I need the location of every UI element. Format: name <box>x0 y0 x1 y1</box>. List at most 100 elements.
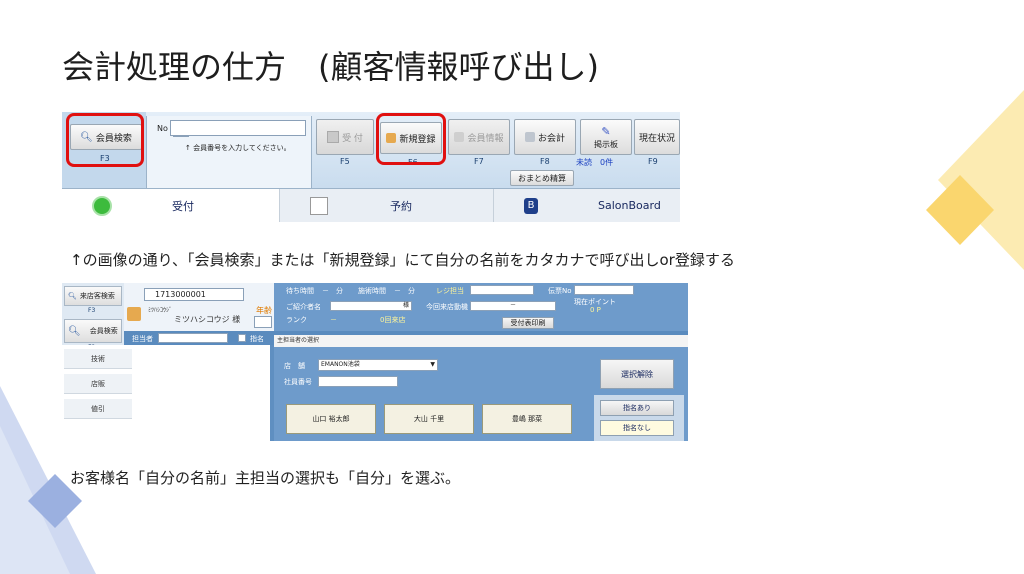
page-title: 会計処理の仕方 (顧客情報呼び出し) <box>62 48 599 86</box>
tab-salonboard[interactable]: B SalonBoard <box>494 189 680 222</box>
reception-label: 受 付 <box>342 133 363 144</box>
rank-value: － <box>330 316 337 324</box>
list-item-discount[interactable]: 値引 <box>64 399 132 419</box>
no-label: No <box>157 124 168 133</box>
salonboard-icon: B <box>524 197 538 214</box>
search-hint: ↑ 会員番号を入力してください。 <box>185 144 291 152</box>
member-info-key: F7 <box>474 157 484 166</box>
store-value: EMANON池袋 <box>321 361 360 368</box>
staff-field[interactable] <box>158 333 228 343</box>
stay-label: 待ち時間 <box>286 287 314 295</box>
age-field[interactable] <box>254 316 272 328</box>
register-staff-label: レジ担当 <box>436 287 464 295</box>
register-staff-field[interactable] <box>470 285 534 295</box>
tab-reception-label: 受付 <box>172 199 194 213</box>
designated-off-button[interactable]: 指名なし <box>600 420 674 436</box>
member-info-icon <box>454 132 465 142</box>
treat-label: 施術時間 <box>358 287 386 295</box>
employee-no-field[interactable] <box>318 376 398 387</box>
visitor-search-icon: 🔍︎ <box>68 292 77 300</box>
visit-info-panel: 待ち時間 － 分 施術時間 － 分 レジ担当 伝票No ご紹介者名 様 今回来店… <box>274 283 688 331</box>
screenshot-reception-toolbar: 🔍︎ 会員検索 F3 No 🔍︎ ↑ 会員番号を入力してください。 受 付 F5… <box>62 112 680 222</box>
staff-name: 山口 裕太郎 <box>312 415 350 423</box>
print-reception-label: 受付表印刷 <box>510 319 546 327</box>
combined-checkout-button[interactable]: おまとめ精算 <box>510 170 574 186</box>
member-search-label-2: 会員検索 <box>89 327 118 335</box>
reception-key: F5 <box>340 157 350 166</box>
customer-panel: 1713000001 ﾐﾂﾊｼｺｳｼﾞ ミツハシコウジ 様 <box>124 283 274 331</box>
list-item-label: 値引 <box>91 404 105 413</box>
member-search-button-2[interactable]: 🔍︎ 会員検索 <box>64 319 122 343</box>
visitor-search-key: F3 <box>88 307 96 314</box>
status-key: F9 <box>648 157 658 166</box>
chevron-down-icon: ▼ <box>430 361 435 368</box>
designated-on-label: 指名あり <box>623 404 651 412</box>
status-label: 現在状況 <box>638 133 675 144</box>
function-tabs: 受付 予約 B SalonBoard <box>62 188 680 222</box>
decor-yellow-diamonds <box>926 90 1024 270</box>
pencil-icon: ✎ <box>601 124 611 138</box>
reception-button[interactable]: 受 付 <box>316 119 374 155</box>
referrer-label: ご紹介者名 <box>286 303 321 311</box>
combined-checkout-label: おまとめ精算 <box>518 173 566 183</box>
visit-motive-label: 今回来店動機 <box>426 303 468 311</box>
staff-name: 豊嶋 那菜 <box>511 415 543 423</box>
member-info-label: 会員情報 <box>467 133 504 144</box>
rank-label: ランク <box>286 316 307 324</box>
clear-selection-label: 選択解除 <box>621 369 653 379</box>
unread-count: 未読 0件 <box>576 158 614 167</box>
member-no-input[interactable] <box>170 120 306 136</box>
avatar <box>127 307 141 321</box>
checkout-key: F8 <box>540 157 550 166</box>
store-select[interactable]: EMANON池袋 ▼ <box>318 359 438 371</box>
status-button[interactable]: 現在状況 <box>634 119 680 155</box>
store-label: 店 舗 <box>284 362 305 370</box>
visit-count: 0回来店 <box>380 316 406 324</box>
calendar-icon <box>310 196 328 215</box>
member-no-value: 1713000001 <box>155 290 206 299</box>
item-list: 技術 店販 値引 <box>62 345 270 441</box>
register-icon <box>524 132 535 142</box>
staff-name: 大山 千里 <box>413 415 445 423</box>
visit-motive-field[interactable]: － <box>470 301 556 311</box>
tab-reservation[interactable]: 予約 <box>280 189 494 222</box>
points-value: 0 P <box>590 306 601 314</box>
list-item-retail[interactable]: 店販 <box>64 374 132 394</box>
member-no-field[interactable]: 1713000001 <box>144 288 244 301</box>
clear-selection-button[interactable]: 選択解除 <box>600 359 674 389</box>
staff-button-3[interactable]: 豊嶋 那菜 <box>482 404 572 434</box>
visitor-search-button[interactable]: 🔍︎ 来店客検索 <box>64 286 122 306</box>
age-label: 年齢 <box>256 306 272 315</box>
checkout-button[interactable]: お会計 <box>514 119 576 155</box>
caption-instruction-2: お客様名「自分の名前」主担当の選択も「自分」を選ぶ。 <box>70 469 461 487</box>
list-item-technique[interactable]: 技術 <box>64 349 132 369</box>
board-button[interactable]: ✎ 掲示板 <box>580 119 632 155</box>
order-no-label: 伝票No <box>548 287 572 295</box>
designated-on-button[interactable]: 指名あり <box>600 400 674 416</box>
referrer-field[interactable]: 様 <box>330 301 412 311</box>
stay-value: － 分 <box>322 287 343 295</box>
highlight-member-search <box>66 113 144 167</box>
designated-off-label: 指名なし <box>623 424 651 432</box>
tab-reservation-label: 予約 <box>390 199 412 213</box>
staff-button-2[interactable]: 大山 千里 <box>384 404 474 434</box>
staff-button-1[interactable]: 山口 裕太郎 <box>286 404 376 434</box>
screenshot-staff-selection: 🔍︎ 来店客検索 F3 🔍︎ 会員検索 F2 1713000001 ﾐﾂﾊｼｺｳ… <box>62 283 688 441</box>
member-info-button[interactable]: 会員情報 <box>448 119 510 155</box>
employee-no-label: 社員番号 <box>284 378 312 386</box>
visitor-search-label: 来店客検索 <box>79 292 115 300</box>
list-item-label: 店販 <box>91 379 105 388</box>
clock-icon <box>92 195 112 216</box>
member-search-icon: 🔍︎ <box>68 325 81 337</box>
highlight-new-register <box>376 113 446 165</box>
tab-reception[interactable]: 受付 <box>62 189 280 222</box>
customer-name: ミツハシコウジ 様 <box>174 315 241 324</box>
treat-value: － 分 <box>394 287 415 295</box>
tab-salonboard-label: SalonBoard <box>598 199 661 212</box>
print-reception-button[interactable]: 受付表印刷 <box>502 317 554 329</box>
order-no-field[interactable] <box>574 285 634 295</box>
designate-label: 指名 <box>250 335 264 343</box>
board-label: 掲示板 <box>594 139 618 149</box>
customer-kana-small: ﾐﾂﾊｼｺｳｼﾞ <box>148 307 173 314</box>
designate-checkbox[interactable] <box>238 334 246 342</box>
